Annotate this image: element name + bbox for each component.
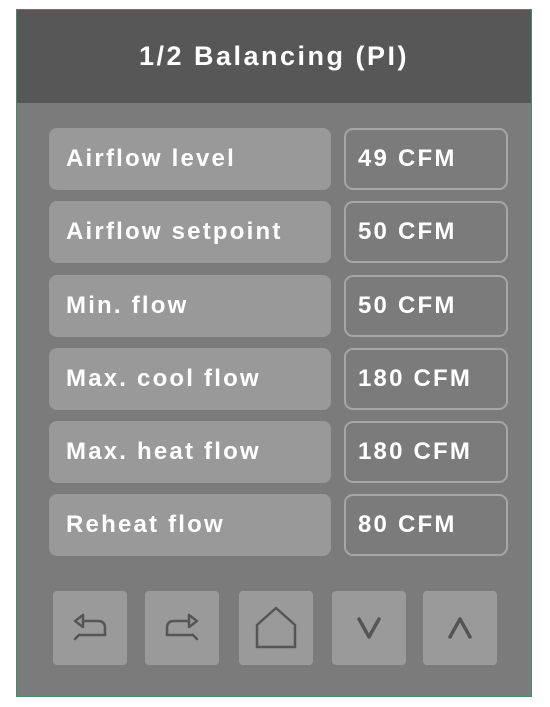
row-value: 50 CFM xyxy=(358,292,457,319)
row-value: 50 CFM xyxy=(358,218,457,245)
home-icon xyxy=(251,603,301,653)
label-box-min-flow: Min. flow xyxy=(49,275,331,337)
value-field-max-cool-flow[interactable]: 180 CFM xyxy=(344,348,508,410)
row-value: 180 CFM xyxy=(358,438,473,465)
value-field-airflow-setpoint[interactable]: 50 CFM xyxy=(344,201,508,263)
label-box-airflow-level: Airflow level xyxy=(49,128,331,190)
row-label: Max. cool flow xyxy=(66,365,261,392)
value-field-airflow-level[interactable]: 49 CFM xyxy=(344,128,508,190)
row-value: 49 CFM xyxy=(358,145,457,172)
header-bar: 1/2 Balancing (PI) xyxy=(17,10,531,103)
scroll-up-button[interactable] xyxy=(423,591,497,665)
row-airflow-level: Airflow level 49 CFM xyxy=(49,128,509,190)
chevron-down-icon xyxy=(352,613,386,643)
row-max-cool-flow: Max. cool flow 180 CFM xyxy=(49,348,509,410)
row-min-flow: Min. flow 50 CFM xyxy=(49,275,509,337)
row-label: Airflow setpoint xyxy=(66,218,283,245)
label-box-reheat-flow: Reheat flow xyxy=(49,494,331,556)
redo-button[interactable] xyxy=(145,591,219,665)
undo-icon xyxy=(65,608,115,648)
value-field-max-heat-flow[interactable]: 180 CFM xyxy=(344,421,508,483)
label-box-max-heat-flow: Max. heat flow xyxy=(49,421,331,483)
row-reheat-flow: Reheat flow 80 CFM xyxy=(49,494,509,556)
scroll-down-button[interactable] xyxy=(332,591,406,665)
redo-icon xyxy=(157,608,207,648)
undo-button[interactable] xyxy=(53,591,127,665)
row-value: 180 CFM xyxy=(358,365,473,392)
row-label: Airflow level xyxy=(66,145,236,172)
value-field-reheat-flow[interactable]: 80 CFM xyxy=(344,494,508,556)
chevron-up-icon xyxy=(443,613,477,643)
home-button[interactable] xyxy=(239,591,313,665)
balancing-panel: 1/2 Balancing (PI) Airflow level 49 CFM … xyxy=(16,9,532,697)
row-label: Max. heat flow xyxy=(66,438,261,465)
value-field-min-flow[interactable]: 50 CFM xyxy=(344,275,508,337)
label-box-max-cool-flow: Max. cool flow xyxy=(49,348,331,410)
row-airflow-setpoint: Airflow setpoint 50 CFM xyxy=(49,201,509,263)
page-title: 1/2 Balancing (PI) xyxy=(138,41,410,71)
row-label: Reheat flow xyxy=(66,511,225,538)
row-max-heat-flow: Max. heat flow 180 CFM xyxy=(49,421,509,483)
label-box-airflow-setpoint: Airflow setpoint xyxy=(49,201,331,263)
row-label: Min. flow xyxy=(66,292,189,319)
row-value: 80 CFM xyxy=(358,511,457,538)
